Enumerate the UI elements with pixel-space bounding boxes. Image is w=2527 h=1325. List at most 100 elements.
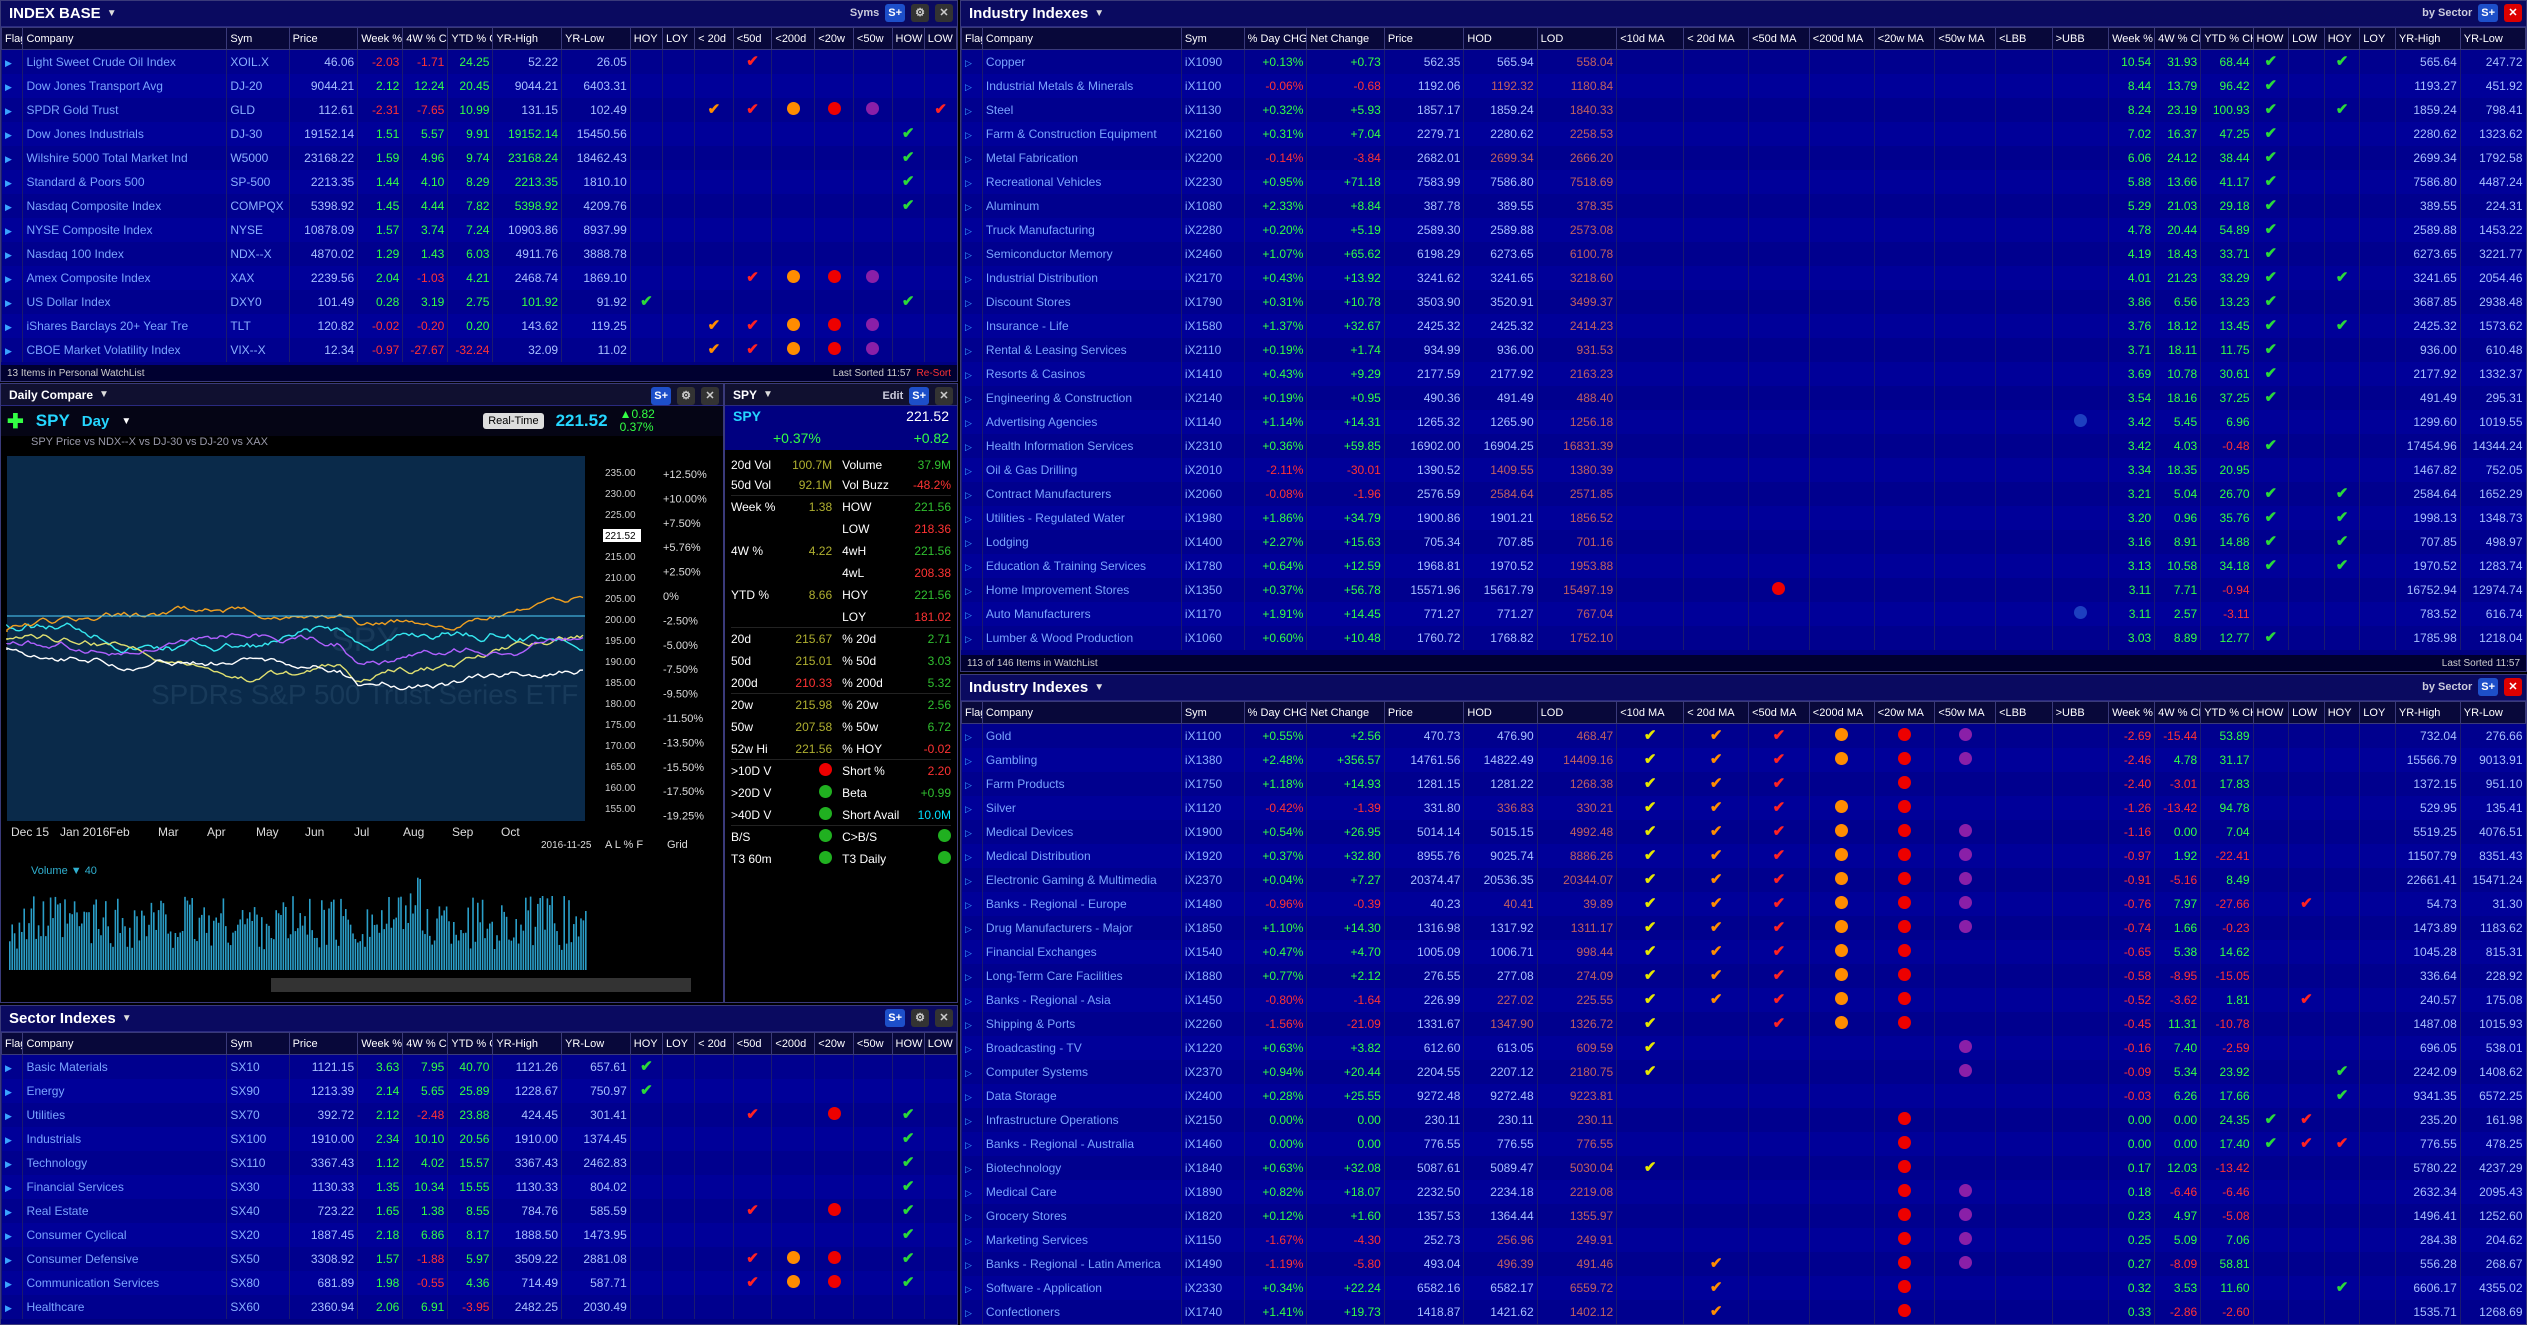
table-row[interactable]: ▶ Financial Services SX30 1130.33 1.35 10.34 1… [1,1174,957,1199]
flag-icon[interactable]: ▶ [5,1111,12,1121]
company-name[interactable]: Dow Jones Transport Avg [22,73,227,98]
table-row[interactable]: ▷ Banks - Regional - Australia iX1460 0.00%… [961,1131,2526,1156]
flag-icon[interactable]: ▷ [965,900,972,910]
flag-cell[interactable]: ▷ [961,361,983,386]
symbol[interactable]: iX1150 [1180,1227,1245,1252]
table-row[interactable]: ▷ Electronic Gaming & Multimedia iX2370 +0.… [961,867,2526,892]
company-name[interactable]: iShares Barclays 20+ Year Tre [22,313,227,338]
symbol[interactable]: iX1740 [1180,1299,1245,1324]
flag-icon[interactable]: ▶ [5,1063,12,1073]
company-name[interactable]: Standard & Poors 500 [22,169,227,194]
table-row[interactable]: ▷ Oil & Gas Drilling iX2010 -2.11% -30.01 139… [961,457,2526,482]
company-name[interactable]: Real Estate [22,1198,227,1223]
flag-icon[interactable]: ▶ [5,1183,12,1193]
column-header[interactable]: Company [22,27,228,50]
close-icon[interactable]: ✕ [935,387,953,405]
symbol[interactable]: NYSE [226,217,290,242]
table-row[interactable]: ▷ Gold iX1100 +0.55% +2.56 470.73 476.90 468.47… [961,723,2526,748]
column-header[interactable]: <50d [732,1032,773,1055]
flag-cell[interactable]: ▷ [961,747,983,772]
company-name[interactable]: Farm Products [981,771,1182,796]
column-header[interactable]: Sym [1180,27,1245,50]
flag-cell[interactable]: ▷ [961,1131,983,1156]
company-name[interactable]: Amex Composite Index [22,265,227,290]
flag-cell[interactable]: ▷ [961,939,983,964]
company-name[interactable]: Aluminum [981,193,1182,218]
company-name[interactable]: Steel [981,97,1182,122]
column-header[interactable]: Price [1383,27,1465,50]
symbol[interactable]: iX1120 [1180,795,1245,820]
column-header[interactable]: HOW [2252,27,2290,50]
column-header[interactable]: <20w [814,1032,854,1055]
flag-cell[interactable]: ▷ [961,915,983,940]
sector-title[interactable]: Sector Indexes ▼ S+ ⚙ ✕ [1,1006,957,1032]
company-name[interactable]: Healthcare [22,1294,227,1319]
table-row[interactable]: ▶ Nasdaq Composite Index COMPQX 5398.92 1.45… [1,193,957,218]
symbol[interactable]: iX1900 [1180,819,1245,844]
company-name[interactable]: Basic Materials [22,1054,227,1079]
symbol[interactable]: SX40 [226,1198,290,1223]
table-row[interactable]: ▷ Computer Systems iX2370 +0.94% +20.44 2204.… [961,1059,2526,1084]
close-icon[interactable]: ✕ [2504,4,2522,22]
flag-cell[interactable]: ▶ [1,1222,23,1247]
flag-icon[interactable]: ▶ [5,130,12,140]
table-row[interactable]: ▶ Standard & Poors 500 SP-500 2213.35 1.44 4.… [1,169,957,194]
column-header[interactable]: Flag [1,27,24,50]
symbol[interactable]: VIX--X [226,337,290,362]
column-header[interactable]: 4W % CHG [2154,701,2202,724]
flag-cell[interactable]: ▷ [961,819,983,844]
symbol[interactable]: iX2060 [1180,481,1245,506]
company-name[interactable]: Education & Training Services [981,553,1182,578]
company-name[interactable]: Energy [22,1078,227,1103]
company-name[interactable]: Insurance - Life [981,313,1182,338]
column-header[interactable]: < 20d [694,1032,734,1055]
syms-button[interactable]: Syms [850,7,879,19]
sh-button[interactable]: S+ [885,4,905,22]
table-row[interactable]: ▷ Industrial Metals & Minerals iX1100 -0.06… [961,73,2526,98]
flag-cell[interactable]: ▷ [961,337,983,362]
company-name[interactable]: Gambling [981,747,1182,772]
table-row[interactable]: ▷ Drug Manufacturers - Major iX1850 +1.10% +… [961,915,2526,940]
flag-cell[interactable]: ▷ [961,867,983,892]
flag-icon[interactable]: ▷ [965,466,972,476]
company-name[interactable]: Industrial Metals & Minerals [981,73,1182,98]
flag-icon[interactable]: ▶ [5,154,12,164]
column-header[interactable]: YR-Low [561,1032,631,1055]
symbol[interactable]: iX2230 [1180,169,1245,194]
company-name[interactable]: US Dollar Index [22,289,227,314]
company-name[interactable]: Shipping & Ports [981,1011,1182,1036]
flag-icon[interactable]: ▶ [5,82,12,92]
symbol[interactable]: SX30 [226,1174,290,1199]
flag-icon[interactable]: ▷ [965,1212,972,1222]
flag-cell[interactable]: ▷ [961,771,983,796]
symbol[interactable]: iX1400 [1180,529,1245,554]
symbol[interactable]: iX1100 [1180,73,1245,98]
company-name[interactable]: Computer Systems [981,1059,1182,1084]
flag-cell[interactable]: ▷ [961,313,983,338]
column-header[interactable]: HOY [629,1032,663,1055]
flag-cell[interactable]: ▷ [961,577,983,602]
symbol[interactable]: iX1220 [1180,1035,1245,1060]
chevron-down-icon[interactable]: ▼ [1094,8,1104,19]
flag-icon[interactable]: ▷ [965,274,972,284]
chevron-down-icon[interactable]: ▼ [763,389,773,400]
company-name[interactable]: Medical Distribution [981,843,1182,868]
column-header[interactable]: YR-High [492,27,563,50]
flag-cell[interactable]: ▷ [961,891,983,916]
company-name[interactable]: Metal Fabrication [981,145,1182,170]
symbol[interactable]: iX1750 [1180,771,1245,796]
symbol[interactable]: iX1460 [1180,1131,1245,1156]
column-header[interactable]: YTD % CHG [2200,27,2254,50]
chevron-down-icon[interactable]: ▼ [1094,682,1104,693]
company-name[interactable]: Confectioners [981,1299,1182,1324]
symbol[interactable]: iX2110 [1180,337,1245,362]
flag-cell[interactable]: ▶ [1,97,23,122]
industry-bottom-title[interactable]: Industry Indexes ▼ by Sector S+ ✕ [961,675,2526,701]
company-name[interactable]: Recreational Vehicles [981,169,1182,194]
flag-icon[interactable]: ▷ [965,250,972,260]
column-header[interactable]: <10d MA [1616,27,1685,50]
flag-icon[interactable]: ▶ [5,346,12,356]
symbol[interactable]: iX2200 [1180,145,1245,170]
flag-icon[interactable]: ▷ [965,1116,972,1126]
flag-icon[interactable]: ▷ [965,634,972,644]
